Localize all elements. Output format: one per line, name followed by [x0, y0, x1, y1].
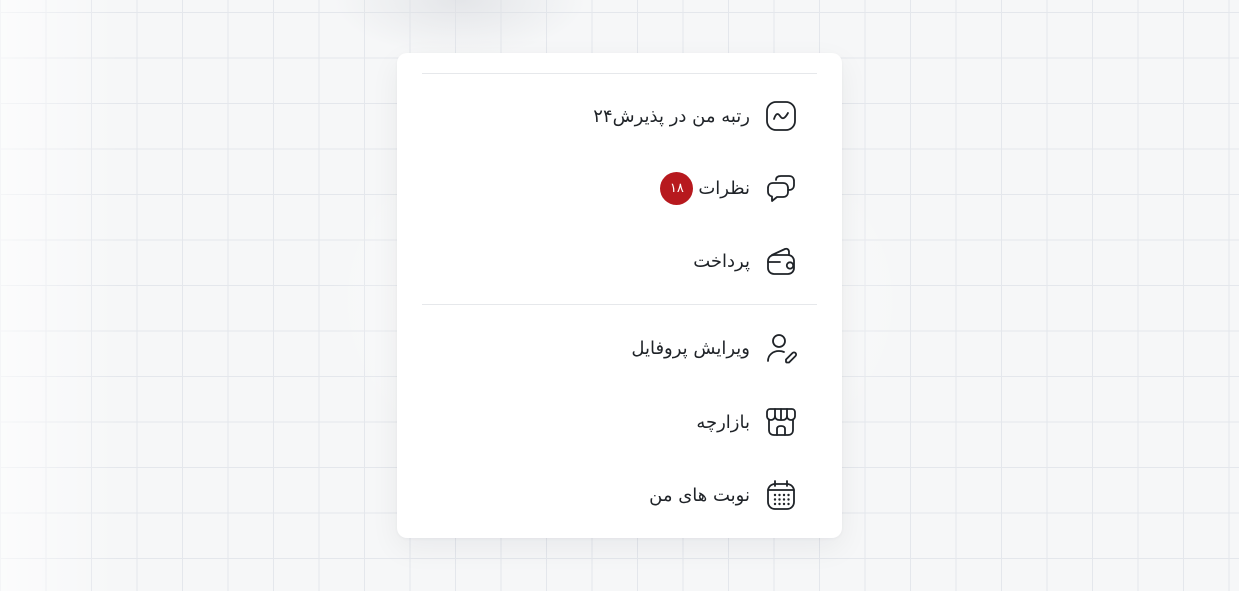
chat-bubbles-icon: [764, 171, 798, 205]
comments-count-badge: ۱۸: [660, 171, 694, 205]
menu-item-label: ویرایش پروفایل: [631, 337, 750, 359]
shop-icon: [764, 405, 798, 439]
wallet-icon: [764, 244, 798, 278]
menu-item-payment[interactable]: پرداخت: [693, 243, 798, 279]
menu-item-label: بازارچه: [696, 411, 750, 433]
trend-chart-icon: [764, 99, 798, 133]
menu-item-marketplace[interactable]: بازارچه: [696, 404, 798, 440]
middle-divider: [422, 304, 817, 305]
menu-item-label: پرداخت: [693, 250, 750, 272]
calendar-icon: [764, 478, 798, 512]
top-divider: [422, 73, 817, 74]
menu-item-comments[interactable]: نظرات ۱۸: [660, 170, 798, 206]
menu-item-label: نوبت های من: [649, 484, 750, 506]
user-dropdown-menu: رتبه من در پذیرش۲۴ نظرات ۱۸ پرداخت ویرای…: [397, 53, 842, 538]
menu-item-appointments[interactable]: نوبت های من: [649, 477, 798, 513]
menu-item-rank[interactable]: رتبه من در پذیرش۲۴: [593, 98, 798, 134]
menu-item-edit-profile[interactable]: ویرایش پروفایل: [631, 330, 798, 366]
menu-item-label: رتبه من در پذیرش۲۴: [593, 105, 750, 127]
menu-item-label: نظرات: [698, 177, 750, 199]
user-edit-icon: [764, 331, 798, 365]
